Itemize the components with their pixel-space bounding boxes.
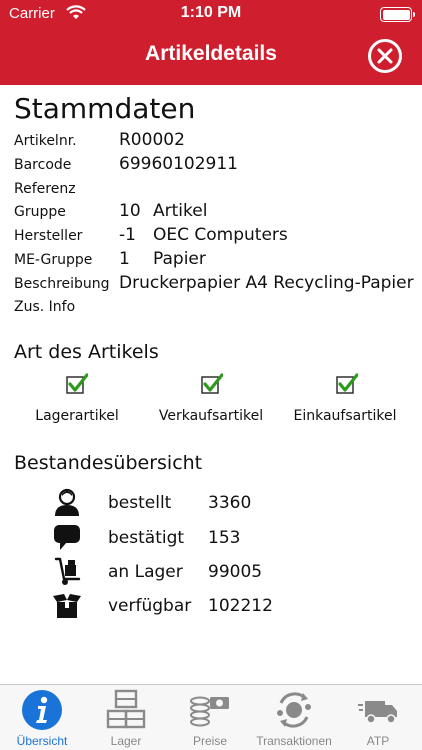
- stock-value: 3360: [208, 493, 252, 513]
- tab-transaktionen[interactable]: Transaktionen: [252, 685, 336, 750]
- field-value-code: 10: [119, 201, 141, 221]
- field-label: Gruppe: [14, 204, 66, 220]
- field-value: Druckerpapier A4 Recycling-Papier: [119, 273, 414, 293]
- info-icon: [22, 690, 62, 730]
- open-box-icon: [53, 594, 81, 618]
- field-label: Referenz: [14, 181, 76, 197]
- status-bar: Carrier 1:10 PM: [0, 0, 422, 28]
- stock-label: bestätigt: [108, 528, 185, 548]
- row-me-gruppe: ME-Gruppe 1 Papier: [14, 249, 414, 273]
- field-value-name: Artikel: [153, 201, 208, 221]
- page-title: Artikeldetails: [145, 42, 277, 65]
- bestand-heading: Bestandesübersicht: [14, 452, 203, 474]
- field-label: Hersteller: [14, 228, 83, 244]
- close-button[interactable]: [368, 39, 402, 73]
- art-heading: Art des Artikels: [14, 341, 159, 363]
- checkbox-label: Verkaufsartikel: [158, 408, 264, 424]
- stock-label: verfügbar: [108, 596, 192, 616]
- field-label: ME-Gruppe: [14, 252, 93, 268]
- row-artikelnr: Artikelnr. R00002: [14, 130, 414, 154]
- stock-value: 102212: [208, 596, 273, 616]
- speech-bubble-icon: [54, 525, 80, 550]
- row-hersteller: Hersteller -1 OEC Computers: [14, 225, 414, 249]
- checkbox-verkaufsartikel[interactable]: [201, 373, 223, 395]
- warehouse-boxes-icon: [106, 689, 146, 729]
- stammdaten-heading: Stammdaten: [14, 92, 196, 125]
- checkbox-label: Lagerartikel: [35, 408, 119, 424]
- tab-label: Preise: [192, 734, 227, 748]
- tab-lager[interactable]: Lager: [84, 685, 168, 750]
- stock-value: 153: [208, 528, 241, 548]
- field-label: Zus. Info: [14, 299, 76, 315]
- row-zus-info: Zus. Info: [14, 296, 414, 320]
- field-label: Artikelnr.: [14, 133, 77, 149]
- field-value: R00002: [119, 130, 185, 150]
- row-beschreibung: Beschreibung Druckerpapier A4 Recycling-…: [14, 273, 414, 297]
- tab-preise[interactable]: Preise: [168, 685, 252, 750]
- field-label: Barcode: [14, 157, 72, 173]
- checkbox-lagerartikel[interactable]: [66, 373, 88, 395]
- tab-label: Lager: [110, 734, 142, 748]
- checkbox-einkaufsartikel[interactable]: [336, 373, 358, 395]
- field-value-code: 1: [119, 249, 130, 269]
- transactions-cycle-icon: [277, 692, 311, 728]
- delivery-truck-icon: [358, 701, 397, 724]
- tab-label: Übersicht: [16, 734, 68, 748]
- clock: 1:10 PM: [180, 4, 242, 21]
- tab-label: ATP: [366, 734, 390, 748]
- row-gruppe: Gruppe 10 Artikel: [14, 201, 414, 225]
- checkbox-label: Einkaufsartikel: [293, 408, 397, 424]
- close-icon: [377, 48, 393, 64]
- stock-label: bestellt: [108, 493, 172, 513]
- hand-truck-icon: [54, 557, 81, 585]
- person-icon: [55, 488, 79, 516]
- stock-label: an Lager: [108, 562, 183, 582]
- field-value-name: Papier: [153, 249, 206, 269]
- navigation-bar: Artikeldetails: [0, 28, 422, 85]
- tab-bar: Übersicht Lager Preise Transaktionen ATP: [0, 684, 422, 750]
- field-label: Beschreibung: [14, 276, 110, 292]
- field-value-code: -1: [119, 225, 136, 245]
- coins-money-icon: [190, 696, 229, 727]
- tab-label: Transaktionen: [256, 734, 332, 748]
- row-barcode: Barcode 69960102911: [14, 154, 414, 178]
- field-value: 69960102911: [119, 154, 238, 174]
- row-referenz: Referenz: [14, 178, 414, 202]
- tab-uebersicht[interactable]: Übersicht: [0, 685, 84, 750]
- stock-row-an-lager: an Lager 99005: [0, 556, 422, 590]
- stock-row-verfuegbar: verfügbar 102212: [0, 590, 422, 624]
- stock-row-bestaetigt: bestätigt 153: [0, 522, 422, 556]
- tab-atp[interactable]: ATP: [336, 685, 420, 750]
- stock-row-bestellt: bestellt 3360: [0, 487, 422, 521]
- field-value-name: OEC Computers: [153, 225, 288, 245]
- stock-value: 99005: [208, 562, 263, 582]
- battery-icon: [380, 7, 415, 22]
